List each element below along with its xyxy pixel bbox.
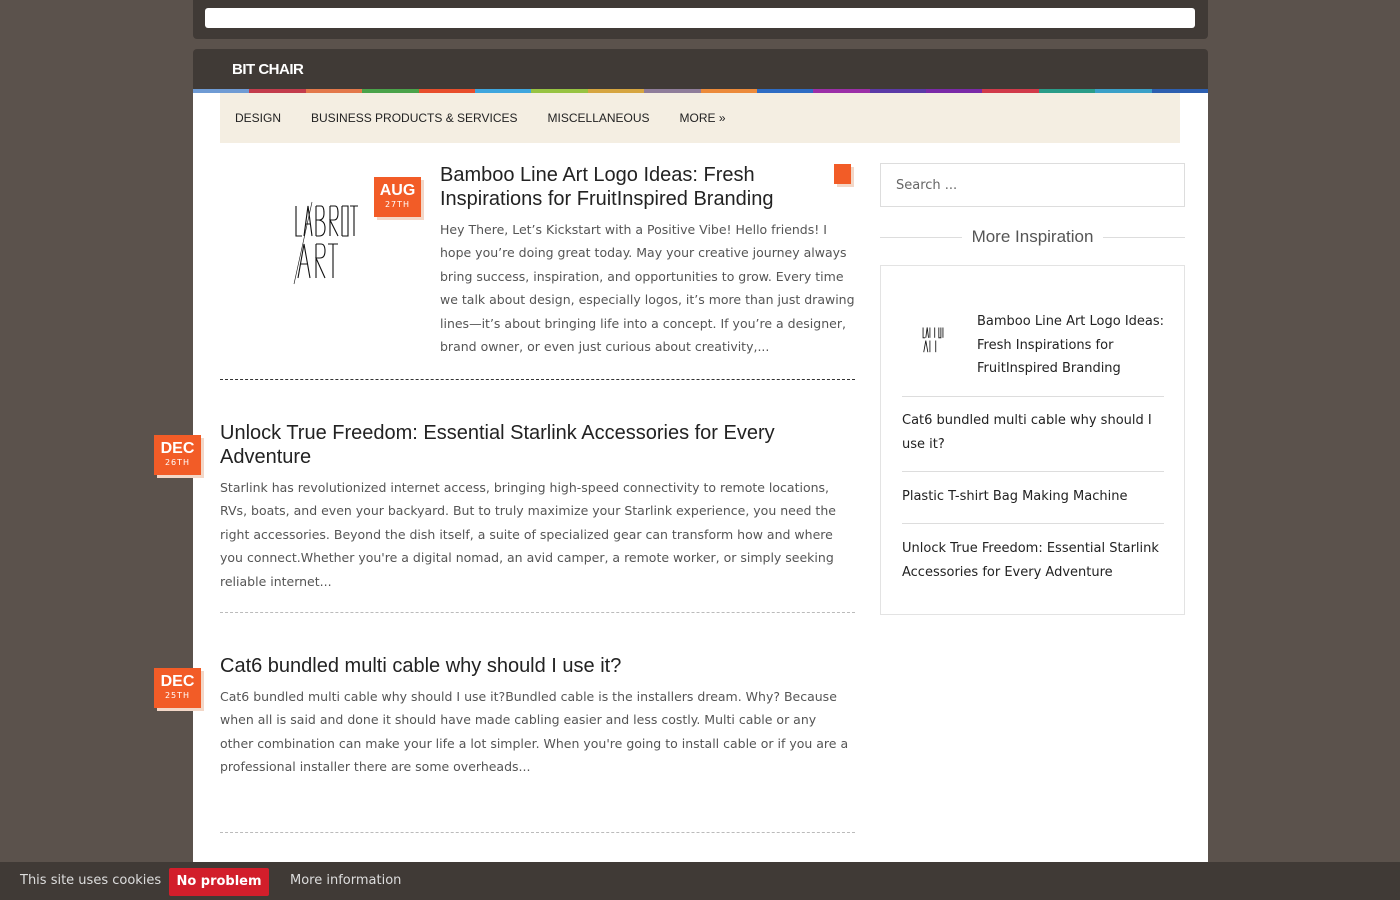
- sidebar-link[interactable]: Plastic T-shirt Bag Making Machine: [902, 485, 1164, 509]
- post-title[interactable]: Bamboo Line Art Logo Ideas: Fresh Inspir…: [440, 163, 820, 211]
- post-thumbnail-logo[interactable]: [290, 200, 360, 285]
- sidebar-link[interactable]: Bamboo Line Art Logo Ideas: Fresh Inspir…: [977, 310, 1167, 381]
- date-badge: DEC 25TH: [154, 668, 201, 708]
- nav-item-design[interactable]: DESIGN: [235, 111, 281, 125]
- main-nav: DESIGN BUSINESS PRODUCTS & SERVICES MISC…: [220, 93, 1180, 143]
- post-divider: [220, 379, 855, 380]
- sidebar-link[interactable]: Cat6 bundled multi cable why should I us…: [902, 409, 1164, 456]
- site-header: BIT CHAIR: [193, 49, 1209, 93]
- nav-item-more[interactable]: MORE »: [680, 111, 726, 125]
- sidebar-divider: [902, 523, 1164, 524]
- date-badge: DEC 26TH: [154, 435, 201, 475]
- sidebar-divider: [902, 471, 1164, 472]
- date-day: 26TH: [164, 458, 191, 467]
- widget-title-row: More Inspiration: [880, 224, 1186, 250]
- date-badge: AUG 27TH: [374, 177, 421, 217]
- date-month: DEC: [160, 440, 195, 457]
- date-month: DEC: [160, 673, 195, 690]
- date-day: 27TH: [384, 200, 411, 209]
- site-title[interactable]: BIT CHAIR: [232, 61, 304, 78]
- post-title[interactable]: Cat6 bundled multi cable why should I us…: [220, 654, 855, 678]
- nav-item-miscellaneous[interactable]: MISCELLANEOUS: [548, 111, 650, 125]
- widget-thumbnail-logo[interactable]: [921, 324, 945, 356]
- post-divider: [220, 832, 855, 833]
- widget-title: More Inspiration: [971, 227, 1094, 246]
- post-title[interactable]: Unlock True Freedom: Essential Starlink …: [220, 421, 820, 469]
- post-excerpt: Cat6 bundled multi cable why should I us…: [220, 689, 849, 775]
- post-card: Bamboo Line Art Logo Ideas: Fresh Inspir…: [440, 163, 860, 358]
- search-input[interactable]: [881, 164, 1184, 206]
- nav-item-business-products[interactable]: BUSINESS PRODUCTS & SERVICES: [311, 111, 518, 125]
- sidebar-link[interactable]: Unlock True Freedom: Essential Starlink …: [902, 537, 1164, 584]
- post-divider: [220, 612, 855, 613]
- no-problem-button[interactable]: No problem: [169, 868, 269, 896]
- date-month: AUG: [379, 182, 416, 199]
- top-bar: [193, 0, 1208, 39]
- sidebar-search-box: [880, 163, 1185, 207]
- widget-title-line-left: [880, 236, 962, 238]
- post-card: Cat6 bundled multi cable why should I us…: [220, 654, 855, 779]
- widget-title-line-right: [1103, 236, 1186, 238]
- sidebar-divider: [902, 396, 1164, 397]
- more-information-link[interactable]: More information: [290, 873, 401, 888]
- top-search-strip[interactable]: [205, 8, 1195, 28]
- cookie-text: This site uses cookies: [20, 873, 162, 888]
- post-excerpt: Starlink has revolutionized internet acc…: [220, 480, 836, 589]
- more-inspiration-widget: Bamboo Line Art Logo Ideas: Fresh Inspir…: [880, 265, 1185, 615]
- post-excerpt: Hey There, Let’s Kickstart with a Positi…: [440, 222, 855, 355]
- post-card: Unlock True Freedom: Essential Starlink …: [220, 421, 855, 593]
- date-day: 25TH: [164, 691, 191, 700]
